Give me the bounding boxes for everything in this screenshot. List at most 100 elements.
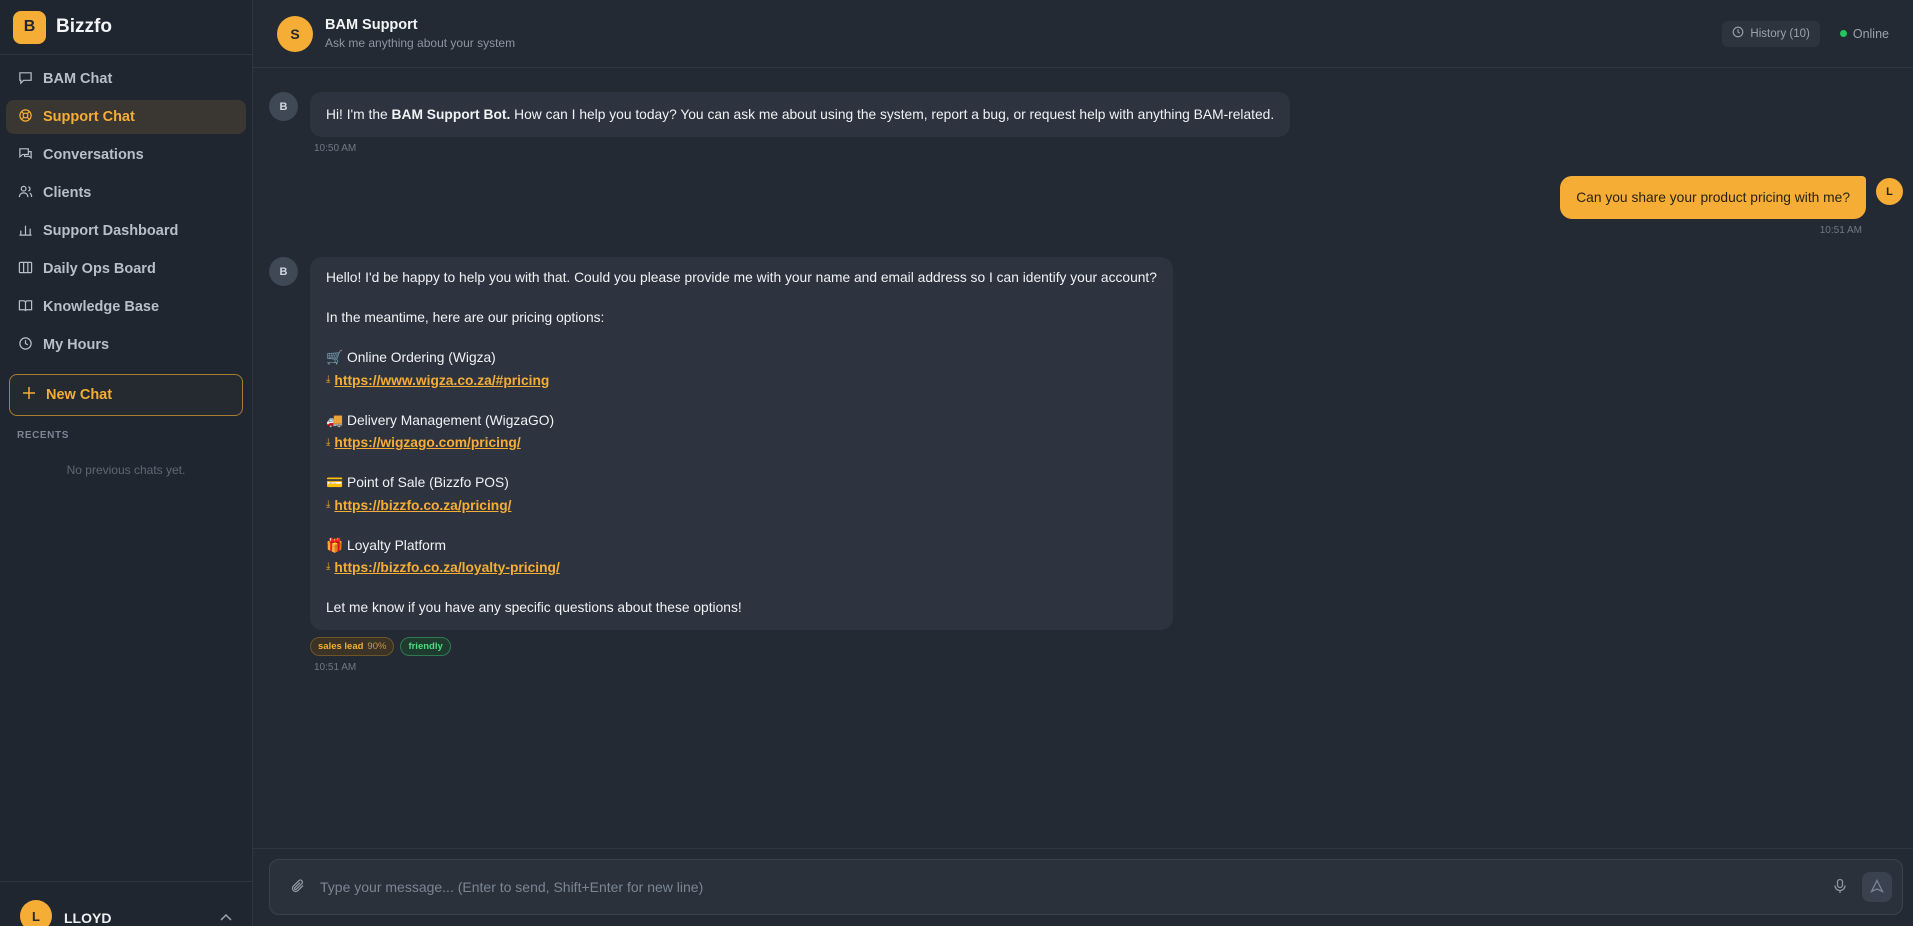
bot-message: B Hi! I'm the BAM Support Bot. How can I…	[269, 92, 1291, 155]
composer-area	[253, 848, 1913, 926]
chevron-up-icon[interactable]	[220, 908, 232, 924]
brand-logo: B	[13, 10, 46, 44]
pricing-link[interactable]: https://wigzago.com/pricing/	[334, 434, 520, 451]
bot-avatar: S	[277, 15, 313, 52]
message-tags: sales lead 90% friendly	[310, 636, 1173, 656]
chat-header: S BAM Support Ask me anything about your…	[253, 0, 1913, 68]
message-input[interactable]	[320, 879, 1818, 895]
message-bubble: Hello! I'd be happy to help you with tha…	[310, 257, 1173, 630]
status-label: Online	[1852, 26, 1889, 41]
sidebar-item-label: Conversations	[43, 147, 144, 163]
bot-message: B Hello! I'd be happy to help you with t…	[269, 257, 1173, 673]
sidebar-item-clients[interactable]: Clients	[6, 176, 246, 210]
option-name: Loyalty Platform	[347, 537, 446, 553]
tag-confidence: 90%	[367, 640, 387, 652]
sidebar-item-label: Knowledge Base	[43, 299, 160, 315]
brand[interactable]: B Bizzfo	[0, 0, 252, 55]
user-message: Can you share your product pricing with …	[1560, 176, 1903, 236]
new-chat-label: New Chat	[46, 387, 113, 403]
recents-empty-message: No previous chats yet.	[66, 463, 186, 477]
credit-card-icon: 💳	[326, 475, 344, 491]
avatar: B	[269, 92, 298, 121]
message-text: How can I help you today? You can ask me…	[510, 107, 1275, 122]
online-dot-icon	[1839, 30, 1847, 37]
sidebar-nav: BAM Chat Support Chat Conversations Clie…	[0, 55, 252, 366]
page-title: BAM Support	[325, 17, 418, 33]
new-chat-button[interactable]: New Chat	[9, 374, 243, 416]
user-name: LLOYD	[64, 910, 112, 926]
download-icon: ⤓	[326, 499, 331, 510]
message-list: B Hi! I'm the BAM Support Bot. How can I…	[253, 68, 1913, 848]
sidebar-item-support-chat[interactable]: Support Chat	[6, 100, 246, 134]
sidebar-item-label: Clients	[43, 185, 92, 201]
sales-lead-tag: sales lead 90%	[310, 636, 395, 656]
user-menu[interactable]: L LLOYD	[0, 881, 252, 926]
sidebar-item-knowledge-base[interactable]: Knowledge Base	[6, 290, 246, 324]
sidebar-item-daily-ops-board[interactable]: Daily Ops Board	[6, 252, 246, 286]
lifebuoy-icon	[18, 108, 33, 127]
send-button[interactable]	[1862, 872, 1892, 902]
sidebar-item-support-dashboard[interactable]: Support Dashboard	[6, 214, 246, 248]
option-name: Online Ordering (Wigza)	[347, 350, 496, 366]
sidebar: B Bizzfo BAM Chat Support Chat Conversat…	[0, 0, 253, 926]
message-timestamp: 10:51 AM	[314, 661, 357, 673]
cart-icon: 🛒	[326, 350, 344, 366]
message-bold-text: BAM Support Bot.	[391, 107, 511, 122]
main-panel: S BAM Support Ask me anything about your…	[253, 0, 1913, 926]
sidebar-item-label: Daily Ops Board	[43, 261, 156, 277]
bar-chart-icon	[18, 222, 33, 241]
pricing-option: 🚚 Delivery Management (WigzaGO) ⤓ https:/…	[326, 412, 1157, 451]
sidebar-item-conversations[interactable]: Conversations	[6, 138, 246, 172]
message-text: Hi! I'm the	[326, 107, 392, 122]
page-subtitle: Ask me anything about your system	[325, 36, 516, 50]
sidebar-item-label: Support Dashboard	[43, 223, 179, 239]
composer	[269, 859, 1903, 915]
download-icon: ⤓	[326, 561, 331, 573]
pricing-link[interactable]: https://bizzfo.co.za/loyalty-pricing/	[334, 559, 559, 576]
friendly-tag: friendly	[400, 636, 451, 656]
pricing-link[interactable]: https://www.wigza.co.za/#pricing	[334, 372, 549, 389]
message-bubble: Hi! I'm the BAM Support Bot. How can I h…	[310, 92, 1291, 138]
plus-icon	[22, 386, 36, 404]
sidebar-item-label: Support Chat	[43, 109, 135, 125]
chat-bubble-icon	[18, 70, 33, 89]
sidebar-item-label: My Hours	[43, 337, 110, 353]
microphone-icon[interactable]	[1832, 878, 1848, 897]
pricing-link[interactable]: https://bizzfo.co.za/pricing/	[334, 497, 511, 514]
download-icon: ⤓	[326, 374, 331, 386]
option-name: Point of Sale (Bizzfo POS)	[347, 475, 509, 491]
status-badge: Online	[1839, 26, 1889, 41]
sidebar-item-bam-chat[interactable]: BAM Chat	[6, 62, 246, 96]
recents-heading: RECENTS	[17, 430, 69, 441]
history-label: History (10)	[1750, 27, 1810, 40]
pricing-option: 💳 Point of Sale (Bizzfo POS) ⤓ https://bi…	[326, 474, 1157, 513]
gift-icon: 🎁	[326, 537, 344, 553]
send-icon	[1870, 878, 1884, 896]
book-icon	[18, 298, 33, 317]
clock-icon	[18, 336, 33, 355]
download-icon: ⤓	[326, 436, 331, 448]
tag-label: sales lead	[318, 640, 364, 652]
message-text: In the meantime, here are our pricing op…	[326, 310, 605, 326]
pricing-option: 🛒 Online Ordering (Wigza) ⤓ https://www.w…	[326, 349, 1157, 388]
avatar: L	[1876, 178, 1903, 205]
avatar: B	[269, 257, 298, 286]
paperclip-icon[interactable]	[290, 878, 306, 897]
message-timestamp: 10:51 AM	[1819, 225, 1862, 236]
message-text: Let me know if you have any specific que…	[326, 600, 742, 616]
option-name: Delivery Management (WigzaGO)	[347, 412, 555, 428]
truck-icon: 🚚	[326, 412, 344, 428]
sidebar-item-label: BAM Chat	[43, 71, 113, 87]
users-icon	[18, 184, 33, 203]
avatar: L	[20, 900, 52, 926]
message-timestamp: 10:50 AM	[314, 143, 357, 155]
pricing-option: 🎁 Loyalty Platform ⤓ https://bizzfo.co.za…	[326, 537, 1157, 576]
message-text: Hello! I'd be happy to help you with tha…	[326, 270, 1157, 285]
kanban-icon	[18, 260, 33, 279]
message-bubble: Can you share your product pricing with …	[1560, 176, 1866, 219]
history-icon	[1732, 26, 1744, 41]
brand-name: Bizzfo	[56, 16, 112, 37]
conversations-icon	[18, 146, 33, 165]
history-button[interactable]: History (10)	[1722, 20, 1820, 47]
sidebar-item-my-hours[interactable]: My Hours	[6, 328, 246, 362]
